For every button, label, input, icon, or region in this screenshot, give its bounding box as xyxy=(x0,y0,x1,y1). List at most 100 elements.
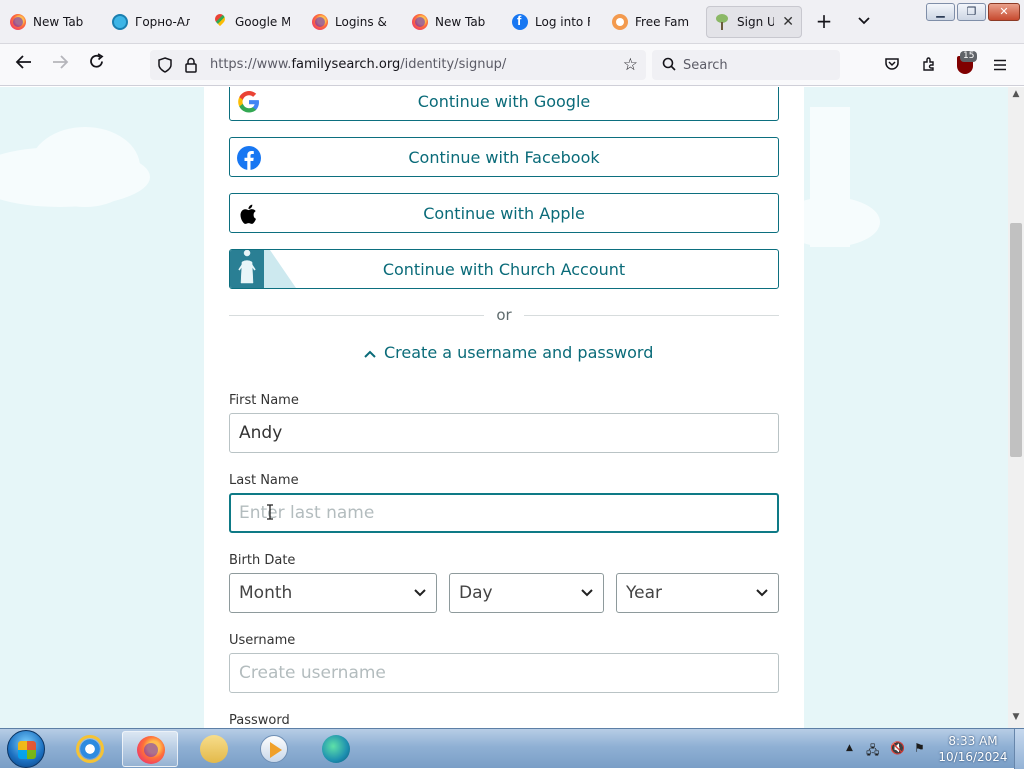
chevron-down-icon xyxy=(414,574,426,612)
folder-icon xyxy=(200,735,228,763)
tracking-shield-icon[interactable] xyxy=(158,57,172,73)
lock-icon[interactable] xyxy=(184,57,198,73)
show-desktop-button[interactable] xyxy=(1014,729,1024,769)
internet-explorer-icon xyxy=(76,735,104,763)
first-name-input[interactable]: Andy xyxy=(229,413,779,453)
volume-muted-icon[interactable]: 🔇 xyxy=(890,741,905,755)
taskbar-firefox[interactable] xyxy=(122,731,178,767)
tab-new-tab-1[interactable]: New Tab xyxy=(2,6,98,38)
continue-with-google-button[interactable]: Continue with Google xyxy=(229,87,779,121)
continue-with-church-account-button[interactable]: Continue with Church Account xyxy=(229,249,779,289)
scroll-down-arrow-icon[interactable]: ▼ xyxy=(1008,712,1024,726)
toggle-label: Create a username and password xyxy=(384,343,654,362)
google-maps-icon xyxy=(212,14,228,30)
page-viewport: Continue with Google Continue with Faceb… xyxy=(0,87,1008,728)
tab-free-family[interactable]: Free Famil xyxy=(604,6,698,38)
minimize-button[interactable]: ▁ xyxy=(926,3,955,21)
firefox-icon xyxy=(312,14,328,30)
address-bar[interactable]: https://www.familysearch.org/identity/si… xyxy=(150,50,646,80)
taskbar-media-player[interactable] xyxy=(246,731,302,767)
create-username-password-toggle[interactable]: Create a username and password xyxy=(364,343,653,362)
close-window-button[interactable]: ✕ xyxy=(988,3,1020,21)
search-placeholder: Search xyxy=(683,58,728,73)
continue-with-facebook-button[interactable]: Continue with Facebook xyxy=(229,137,779,177)
search-bar[interactable]: Search xyxy=(652,50,840,80)
background-cloud xyxy=(810,107,850,247)
birth-date-label: Birth Date xyxy=(229,553,296,568)
bookmark-star-icon[interactable]: ☆ xyxy=(623,55,638,75)
pocket-icon[interactable] xyxy=(882,56,902,76)
action-center-flag-icon[interactable]: ⚑ xyxy=(914,741,925,755)
chevron-up-icon xyxy=(364,347,376,361)
facebook-logo-icon xyxy=(237,146,261,170)
signup-panel: Continue with Google Continue with Faceb… xyxy=(204,87,804,728)
tab-title: Горно-Ал xyxy=(135,15,190,29)
username-label: Username xyxy=(229,633,296,648)
tab-logins[interactable]: Logins & P xyxy=(304,6,398,38)
clock-time: 8:33 AM xyxy=(948,734,998,748)
tab-facebook[interactable]: Log into F xyxy=(504,6,598,38)
last-name-placeholder: Enter last name xyxy=(239,503,375,523)
text-cursor-icon xyxy=(267,504,273,520)
year-select-value: Year xyxy=(626,583,662,603)
url-path: /identity/signup/ xyxy=(400,57,507,72)
firefox-icon xyxy=(412,14,428,30)
free-family-icon xyxy=(612,14,628,30)
facebook-icon xyxy=(512,13,528,30)
clock-date: 10/16/2024 xyxy=(938,750,1008,764)
extensions-puzzle-icon[interactable] xyxy=(919,56,939,76)
familysearch-tree-icon xyxy=(714,14,730,30)
list-all-tabs-chevron-icon[interactable] xyxy=(852,10,876,34)
network-icon[interactable]: 🖧 xyxy=(866,741,879,762)
last-name-input[interactable]: Enter last name xyxy=(229,493,779,533)
search-icon xyxy=(662,57,676,71)
taskbar-edge[interactable] xyxy=(308,731,364,767)
day-select-value: Day xyxy=(459,583,493,603)
start-button[interactable] xyxy=(7,730,45,768)
app-menu-hamburger-icon[interactable] xyxy=(990,56,1010,76)
tab-strip: New Tab Горно-Ал Google Ma Logins & P Ne… xyxy=(0,0,1024,44)
new-tab-button[interactable]: + xyxy=(812,10,836,34)
continue-with-apple-button[interactable]: Continue with Apple xyxy=(229,193,779,233)
chevron-down-icon xyxy=(756,574,768,612)
show-hidden-icons-arrow-icon[interactable]: ▲ xyxy=(846,743,853,753)
last-name-label: Last Name xyxy=(229,473,299,488)
url-text[interactable]: https://www.familysearch.org/identity/si… xyxy=(210,57,506,72)
taskbar-clock[interactable]: 8:33 AM 10/16/2024 xyxy=(930,733,1016,765)
firefox-icon xyxy=(10,14,26,30)
ublock-badge-count: 15 xyxy=(960,51,978,62)
tab-google-maps[interactable]: Google Ma xyxy=(204,6,298,38)
tab-title: New Tab xyxy=(435,15,486,29)
google-button-label: Continue with Google xyxy=(417,91,591,111)
scroll-up-arrow-icon[interactable]: ▲ xyxy=(1008,89,1024,103)
tab-title: Free Famil xyxy=(635,15,690,29)
google-logo-icon xyxy=(238,91,259,113)
tab-title: Google Ma xyxy=(235,15,290,29)
forward-button[interactable] xyxy=(47,53,73,77)
url-prefix: https://www. xyxy=(210,57,292,72)
scrollbar-thumb[interactable] xyxy=(1010,223,1022,457)
tab-title: Log into F xyxy=(535,15,590,29)
taskbar-file-explorer[interactable] xyxy=(186,731,242,767)
tab-gorno[interactable]: Горно-Ал xyxy=(104,6,198,38)
tab-sign-up[interactable]: Sign Up ✕ xyxy=(706,6,802,38)
back-button[interactable] xyxy=(11,53,37,77)
page-scrollbar[interactable]: ▲ ▼ xyxy=(1008,87,1024,728)
birth-day-select[interactable]: Day xyxy=(449,573,604,613)
tab-new-tab-2[interactable]: New Tab xyxy=(404,6,498,38)
reload-button[interactable] xyxy=(83,53,109,77)
birth-year-select[interactable]: Year xyxy=(616,573,779,613)
facebook-button-label: Continue with Facebook xyxy=(408,147,600,167)
first-name-value: Andy xyxy=(239,423,283,443)
tab-title: Sign Up xyxy=(737,15,775,29)
username-input[interactable]: Create username xyxy=(229,653,779,693)
birth-month-select[interactable]: Month xyxy=(229,573,437,613)
tab-title: Logins & P xyxy=(335,15,390,29)
or-divider-text: or xyxy=(484,306,524,324)
taskbar-internet-explorer[interactable] xyxy=(62,731,118,767)
church-button-label: Continue with Church Account xyxy=(382,259,626,279)
edge-icon xyxy=(322,735,350,763)
close-tab-icon[interactable]: ✕ xyxy=(782,14,794,30)
restore-button[interactable]: ❐ xyxy=(957,3,986,21)
navigation-toolbar: https://www.familysearch.org/identity/si… xyxy=(0,44,1024,86)
